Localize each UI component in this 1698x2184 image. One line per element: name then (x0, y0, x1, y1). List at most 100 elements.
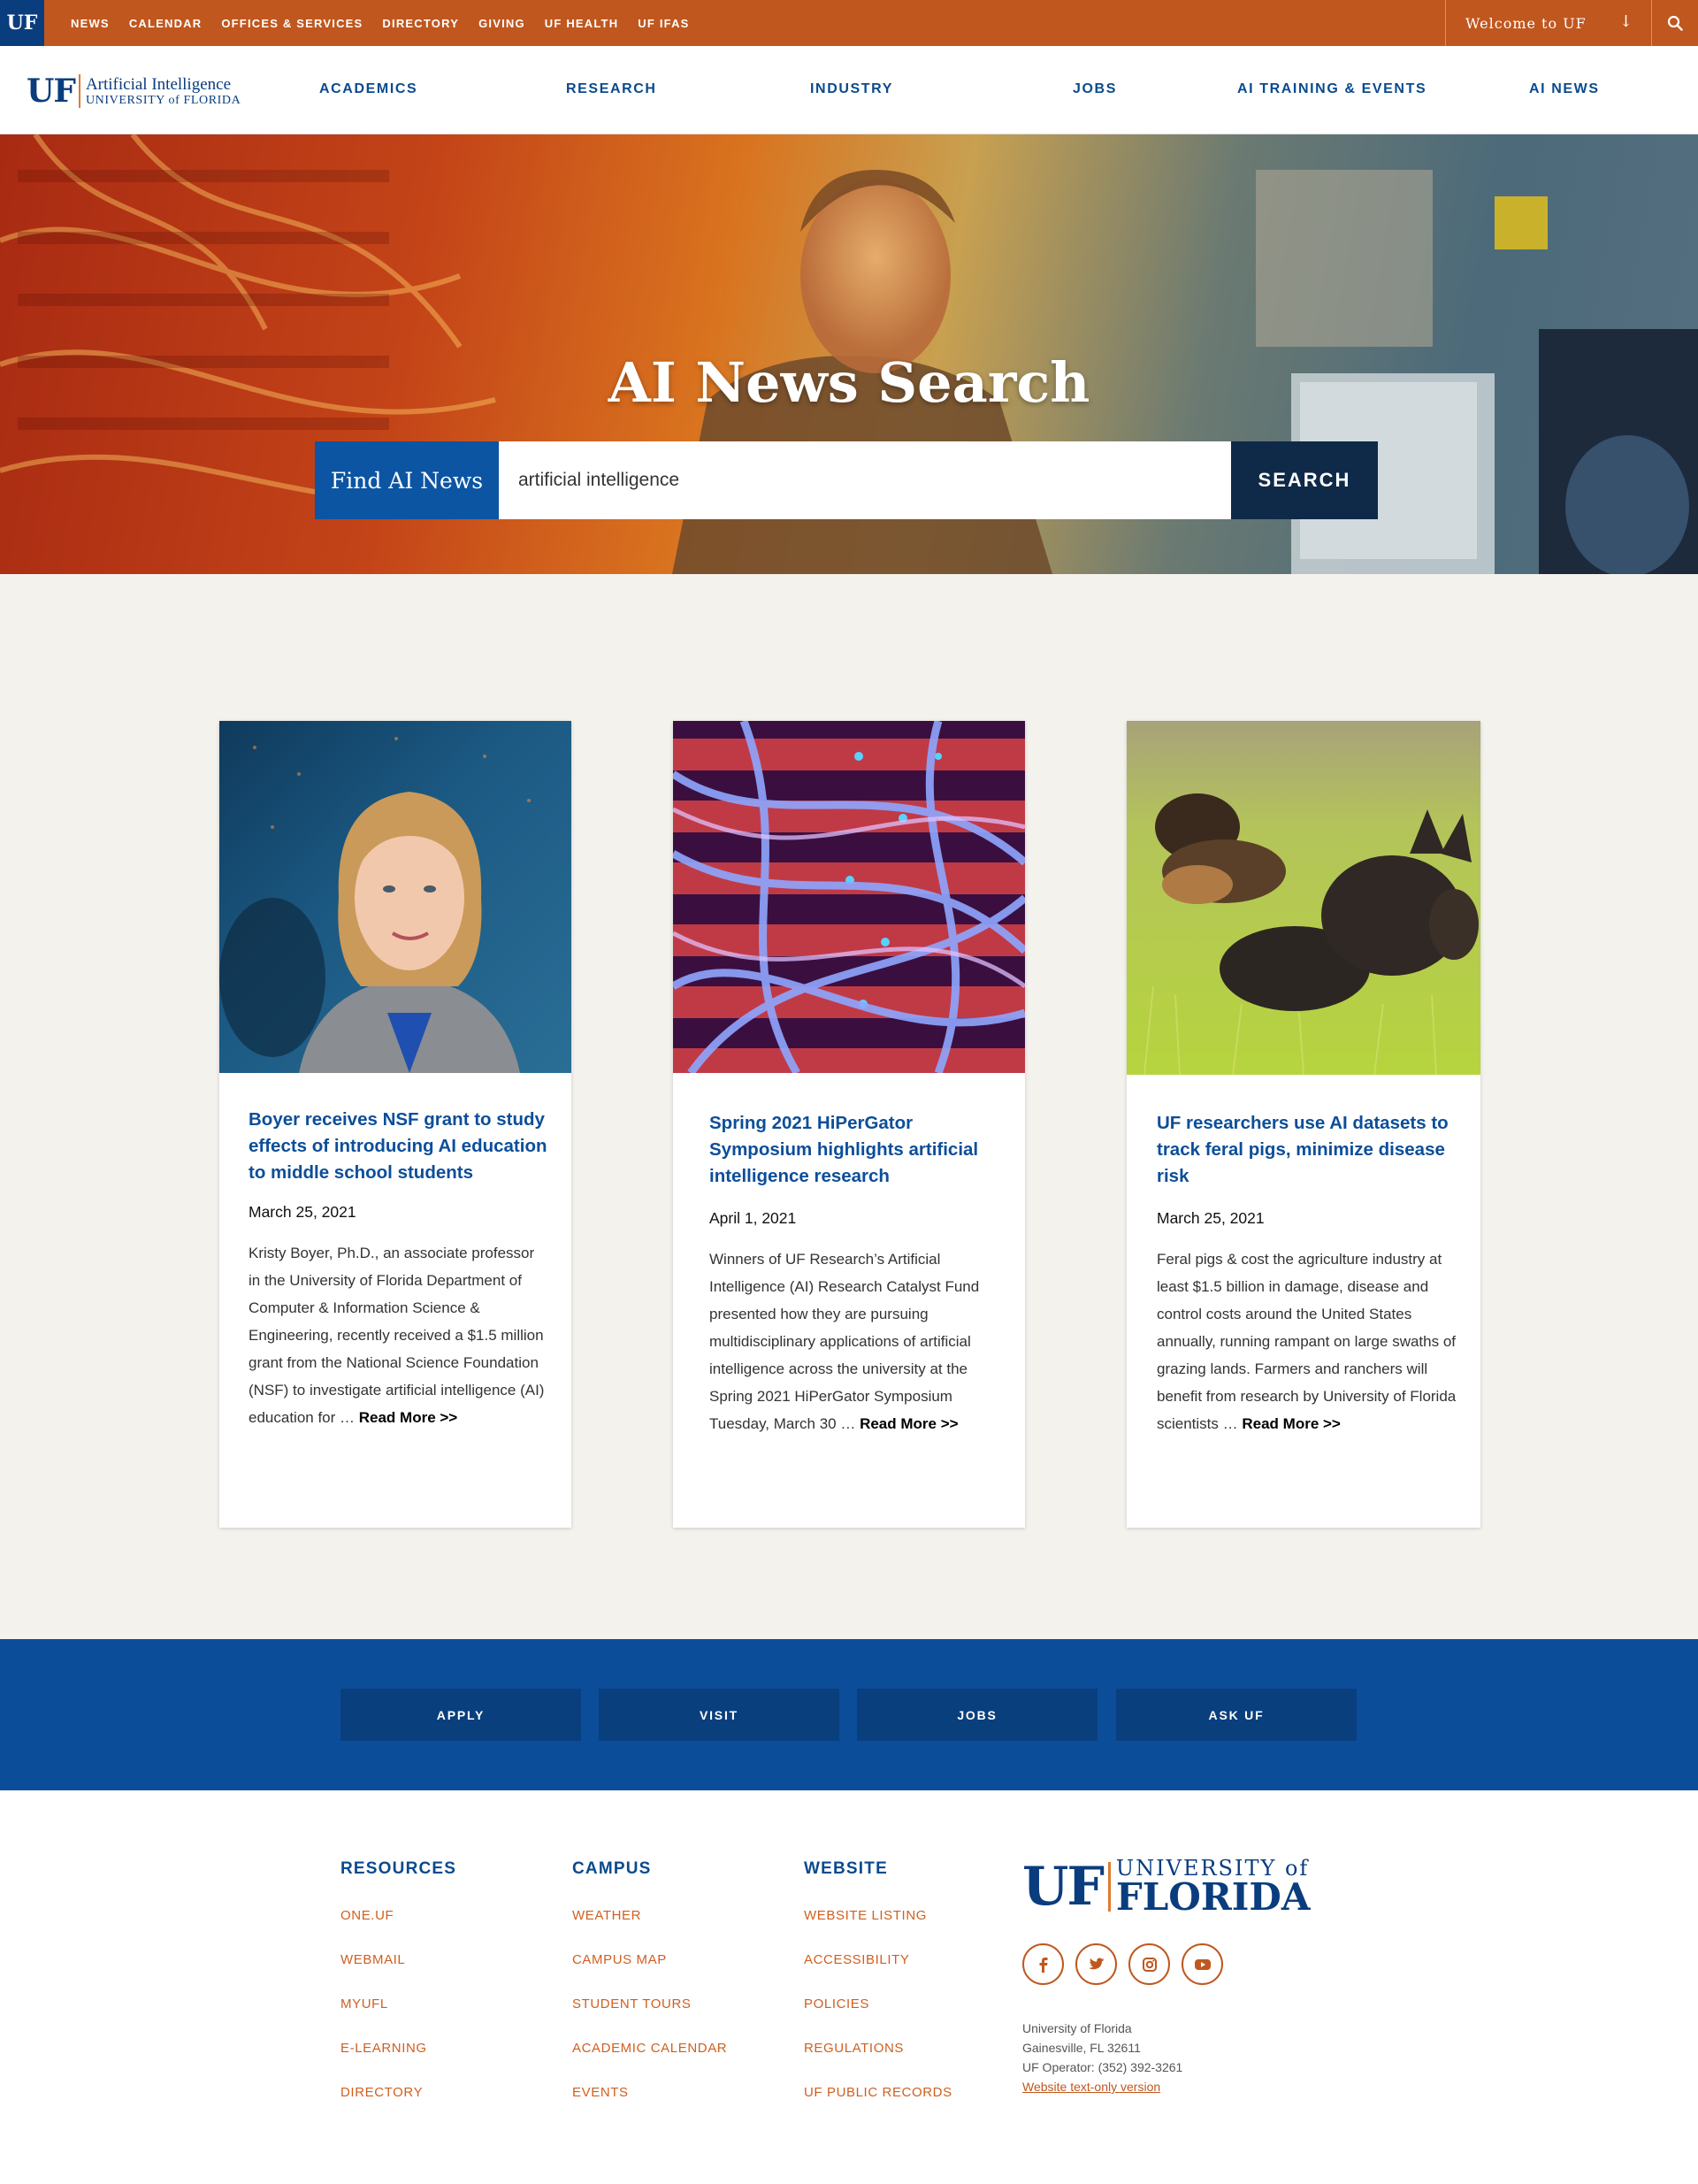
utility-link-directory[interactable]: DIRECTORY (382, 17, 459, 30)
main-navigation: UF Artificial Intelligence UNIVERSITY of… (0, 46, 1698, 134)
address-line: Gainesville, FL 32611 (1022, 2041, 1141, 2055)
news-card: Spring 2021 HiPerGator Symposium highlig… (673, 721, 1025, 1528)
footer-heading: RESOURCES (340, 1859, 457, 1878)
news-card-date: March 25, 2021 (1157, 1209, 1265, 1227)
footer-logo-line2: FLORIDA (1115, 1875, 1311, 1919)
footer-logo-uf-mark: UF (1022, 1856, 1105, 1918)
footer-link[interactable]: WEATHER (572, 1908, 727, 1952)
utility-link-news[interactable]: NEWS (71, 17, 110, 30)
footer-link[interactable]: UF PUBLIC RECORDS (804, 2085, 952, 2129)
social-links (1022, 1943, 1223, 1985)
utility-bar: UF NEWS CALENDAR OFFICES & SERVICES DIRE… (0, 0, 1698, 46)
arrow-down-icon: ↓ (1618, 12, 1633, 31)
site-footer: RESOURCES ONE.UF WEBMAIL MYUFL E-LEARNIN… (0, 1790, 1698, 2184)
footer-link[interactable]: POLICIES (804, 1996, 952, 2041)
nav-item-ai-news[interactable]: AI NEWS (1529, 81, 1600, 97)
footer-column-resources: RESOURCES ONE.UF WEBMAIL MYUFL E-LEARNIN… (340, 1859, 456, 2129)
utility-link-uf-ifas[interactable]: UF IFAS (638, 17, 689, 30)
logo-text: Artificial Intelligence UNIVERSITY of FL… (86, 75, 241, 108)
hero-title: AI News Search (608, 350, 1090, 415)
text-only-version-link[interactable]: Website text-only version (1022, 2077, 1182, 2096)
news-card-excerpt: Winners of UF Research’s Artificial Inte… (709, 1245, 1002, 1437)
news-card: UF researchers use AI datasets to track … (1127, 721, 1480, 1528)
utility-link-giving[interactable]: GIVING (478, 17, 525, 30)
footer-link[interactable]: EVENTS (572, 2085, 727, 2129)
news-card-date: March 25, 2021 (249, 1203, 356, 1221)
instagram-icon[interactable] (1128, 1943, 1170, 1985)
footer-link[interactable]: E-LEARNING (340, 2041, 456, 2085)
nav-item-academics[interactable]: ACADEMICS (319, 81, 417, 97)
server-cables-image (673, 721, 1025, 1073)
site-logo[interactable]: UF Artificial Intelligence UNIVERSITY of… (27, 73, 241, 110)
search-icon (1667, 15, 1683, 31)
apply-button[interactable]: APPLY (340, 1689, 581, 1741)
address-line: UF Operator: (352) 392-3261 (1022, 2060, 1183, 2074)
find-ai-news-label: Find AI News (315, 441, 499, 519)
utility-link-calendar[interactable]: CALENDAR (129, 17, 203, 30)
logo-divider (78, 74, 80, 108)
ask-uf-button[interactable]: ASK UF (1116, 1689, 1357, 1741)
nav-item-research[interactable]: RESEARCH (566, 81, 657, 97)
nav-item-jobs[interactable]: JOBS (1073, 81, 1117, 97)
footer-column-campus: CAMPUS WEATHER CAMPUS MAP STUDENT TOURS … (572, 1859, 727, 2129)
welcome-label: Welcome to UF (1465, 14, 1587, 32)
nav-item-industry[interactable]: INDUSTRY (810, 81, 893, 97)
nav-item-ai-training-events[interactable]: AI TRAINING & EVENTS (1237, 81, 1426, 97)
footer-link[interactable]: REGULATIONS (804, 2041, 952, 2085)
read-more-link[interactable]: Read More >> (860, 1415, 959, 1432)
news-card-image[interactable] (1127, 721, 1480, 1075)
news-card-body: Spring 2021 HiPerGator Symposium highlig… (673, 1110, 1025, 1437)
footer-heading: WEBSITE (804, 1859, 888, 1878)
utility-nav: NEWS CALENDAR OFFICES & SERVICES DIRECTO… (71, 0, 690, 46)
footer-link[interactable]: CAMPUS MAP (572, 1952, 727, 1996)
visit-button[interactable]: VISIT (599, 1689, 839, 1741)
twitter-icon[interactable] (1075, 1943, 1117, 1985)
news-card-body: UF researchers use AI datasets to track … (1127, 1110, 1480, 1437)
utility-link-offices[interactable]: OFFICES & SERVICES (221, 17, 363, 30)
news-card-title[interactable]: Boyer receives NSF grant to study effect… (249, 1107, 548, 1186)
footer-link[interactable]: STUDENT TOURS (572, 1996, 727, 2041)
news-card-date: April 1, 2021 (709, 1209, 797, 1227)
logo-subtitle: UNIVERSITY of FLORIDA (85, 93, 241, 107)
welcome-dropdown[interactable]: Welcome to UF ↓ (1445, 0, 1652, 46)
read-more-link[interactable]: Read More >> (1242, 1415, 1341, 1432)
footer-link[interactable]: ACCESSIBILITY (804, 1952, 952, 1996)
news-card-excerpt: Feral pigs & cost the agriculture indust… (1157, 1245, 1457, 1437)
search-button[interactable]: SEARCH (1231, 441, 1378, 519)
news-card-excerpt-text: Feral pigs & cost the agriculture indust… (1157, 1251, 1457, 1432)
youtube-icon[interactable] (1182, 1943, 1223, 1985)
cta-band: APPLY VISIT JOBS ASK UF (0, 1639, 1698, 1790)
footer-link[interactable]: DIRECTORY (340, 2085, 456, 2129)
footer-column-website: WEBSITE WEBSITE LISTING ACCESSIBILITY PO… (804, 1859, 952, 2129)
news-card-image[interactable] (219, 721, 571, 1073)
logo-uf-mark: UF (27, 73, 76, 110)
news-card-title[interactable]: Spring 2021 HiPerGator Symposium highlig… (709, 1110, 1002, 1190)
footer-logo-text: UNIVERSITY of FLORIDA (1116, 1858, 1311, 1916)
footer-address: University of Florida Gainesville, FL 32… (1022, 2019, 1182, 2096)
news-card-title[interactable]: UF researchers use AI datasets to track … (1157, 1110, 1457, 1190)
news-card-body: Boyer receives NSF grant to study effect… (219, 1107, 571, 1431)
news-search-input[interactable] (499, 441, 1231, 519)
footer-link[interactable]: ACADEMIC CALENDAR (572, 2041, 727, 2085)
news-search-form: Find AI News SEARCH (315, 441, 1378, 519)
facebook-icon[interactable] (1022, 1943, 1064, 1985)
news-card-excerpt-text: Winners of UF Research’s Artificial Inte… (709, 1251, 980, 1432)
logo-title: Artificial Intelligence (85, 74, 232, 94)
news-card-excerpt: Kristy Boyer, Ph.D., an associate profes… (249, 1239, 548, 1431)
portrait-image (219, 737, 531, 1073)
footer-link[interactable]: MYUFL (340, 1996, 456, 2041)
footer-link[interactable]: ONE.UF (340, 1908, 456, 1952)
footer-link[interactable]: WEBSITE LISTING (804, 1908, 952, 1952)
hero-banner: AI News Search Find AI News SEARCH (0, 134, 1698, 574)
uf-badge-logo[interactable]: UF (0, 0, 44, 46)
uf-footer-logo[interactable]: UF UNIVERSITY of FLORIDA (1022, 1856, 1310, 1918)
utility-link-uf-health[interactable]: UF HEALTH (545, 17, 619, 30)
footer-link[interactable]: WEBMAIL (340, 1952, 456, 1996)
feral-pigs-image (1143, 793, 1479, 1075)
news-card-excerpt-text: Kristy Boyer, Ph.D., an associate profes… (249, 1245, 545, 1426)
search-toggle-button[interactable] (1652, 0, 1698, 46)
news-card-image[interactable] (673, 721, 1025, 1073)
jobs-button[interactable]: JOBS (857, 1689, 1098, 1741)
read-more-link[interactable]: Read More >> (359, 1409, 458, 1426)
news-card: Boyer receives NSF grant to study effect… (219, 721, 571, 1528)
